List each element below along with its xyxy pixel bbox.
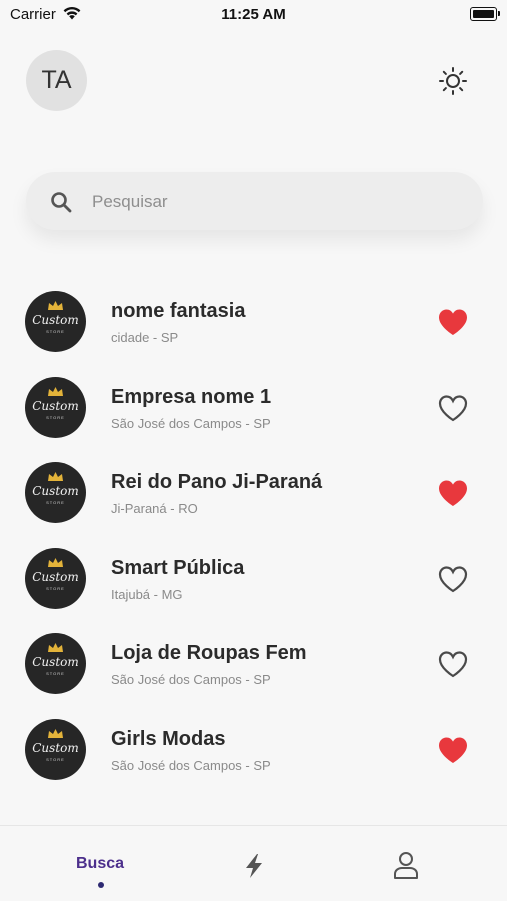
store-row[interactable]: Custom STORE Empresa nome 1 São José dos… <box>0 376 507 463</box>
store-name: Rei do Pano Ji-Paraná <box>111 471 323 493</box>
tab-busca[interactable]: Busca <box>76 855 124 873</box>
store-list: Custom STORE nome fantasia cidade - SP C… <box>0 291 507 804</box>
logo-text: Custom <box>32 655 79 669</box>
search-bar[interactable] <box>26 172 483 230</box>
sun-icon <box>439 67 467 95</box>
crown-icon <box>48 643 63 652</box>
store-location: São José dos Campos - SP <box>111 672 271 687</box>
logo-subtext: STORE <box>46 756 65 762</box>
tab-profile[interactable] <box>393 851 419 884</box>
store-logo: Custom STORE <box>25 633 86 694</box>
logo-subtext: STORE <box>46 414 65 420</box>
crown-icon <box>48 557 63 567</box>
heart-filled-icon[interactable] <box>437 735 469 765</box>
active-tab-indicator <box>98 882 104 888</box>
store-logo: Custom STORE <box>25 376 86 438</box>
logo-text: Custom <box>32 484 79 498</box>
logo-subtext: STORE <box>46 329 65 334</box>
store-name: Girls Modas <box>111 727 226 750</box>
store-name: Empresa nome 1 <box>111 385 272 408</box>
status-time: 11:25 AM <box>221 6 286 23</box>
bottom-tab-bar: Busca <box>0 825 507 901</box>
crown-icon <box>48 728 63 738</box>
store-row[interactable]: Custom STORE Loja de Roupas Fem São José… <box>0 633 507 719</box>
store-row[interactable]: Custom STORE Girls Modas São José dos Ca… <box>0 718 507 805</box>
status-bar: Carrier 11:25 AM <box>0 0 507 30</box>
heart-filled-icon[interactable] <box>437 307 469 337</box>
heart-outline-icon[interactable] <box>437 393 469 423</box>
logo-subtext: STORE <box>46 585 65 591</box>
store-name: Smart Pública <box>111 556 245 579</box>
logo-text: Custom <box>32 398 79 413</box>
user-avatar[interactable]: TA <box>26 50 87 111</box>
store-logo: Custom STORE <box>25 462 86 523</box>
store-logo: Custom STORE <box>25 718 86 780</box>
store-name: nome fantasia <box>111 300 246 322</box>
logo-subtext: STORE <box>46 671 65 676</box>
store-logo: Custom STORE <box>25 291 86 352</box>
store-row[interactable]: Custom STORE nome fantasia cidade - SP <box>0 291 507 377</box>
flash-icon <box>246 854 262 878</box>
search-icon <box>50 191 72 218</box>
logo-text: Custom <box>32 569 79 584</box>
logo-text: Custom <box>32 740 79 755</box>
store-location: São José dos Campos - SP <box>111 757 271 773</box>
crown-icon <box>48 386 63 396</box>
store-location: São José dos Campos - SP <box>111 415 271 431</box>
heart-outline-icon[interactable] <box>437 564 469 594</box>
logo-subtext: STORE <box>46 500 65 505</box>
battery-icon <box>470 7 500 21</box>
heart-outline-icon[interactable] <box>437 649 469 679</box>
theme-toggle-button[interactable] <box>438 66 468 96</box>
store-location: cidade - SP <box>111 330 179 345</box>
store-location: Ji-Paraná - RO <box>111 501 198 516</box>
profile-icon <box>394 852 418 879</box>
store-row[interactable]: Custom STORE Rei do Pano Ji-Paraná Ji-Pa… <box>0 462 507 548</box>
crown-icon <box>48 472 63 481</box>
search-input[interactable] <box>90 186 464 218</box>
store-location: Itajubá - MG <box>111 586 183 602</box>
logo-text: Custom <box>32 313 79 327</box>
store-row[interactable]: Custom STORE Smart Pública Itajubá - MG <box>0 547 507 634</box>
store-name: Loja de Roupas Fem <box>111 642 307 664</box>
heart-filled-icon[interactable] <box>437 478 469 508</box>
avatar-initials: TA <box>41 66 72 94</box>
crown-icon <box>48 301 63 310</box>
store-logo: Custom STORE <box>25 547 86 609</box>
tab-flash[interactable] <box>243 853 265 884</box>
